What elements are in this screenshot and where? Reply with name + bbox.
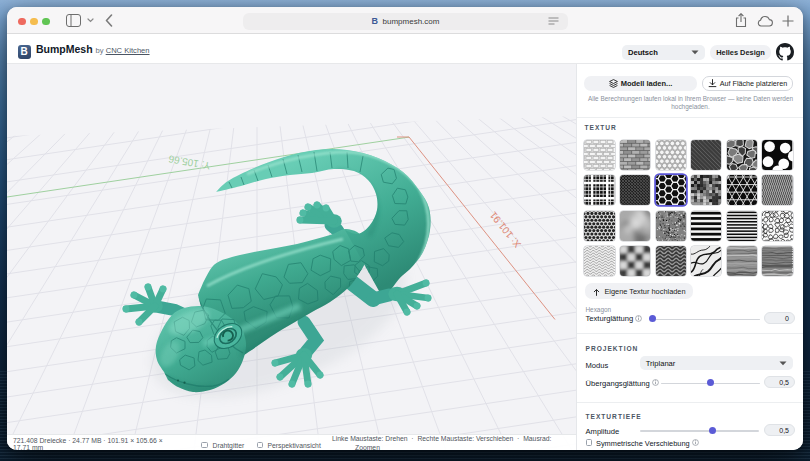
svg-text:X: 101.91: X: 101.91 xyxy=(487,209,523,250)
svg-text:Y: 105.66: Y: 105.66 xyxy=(167,153,211,171)
